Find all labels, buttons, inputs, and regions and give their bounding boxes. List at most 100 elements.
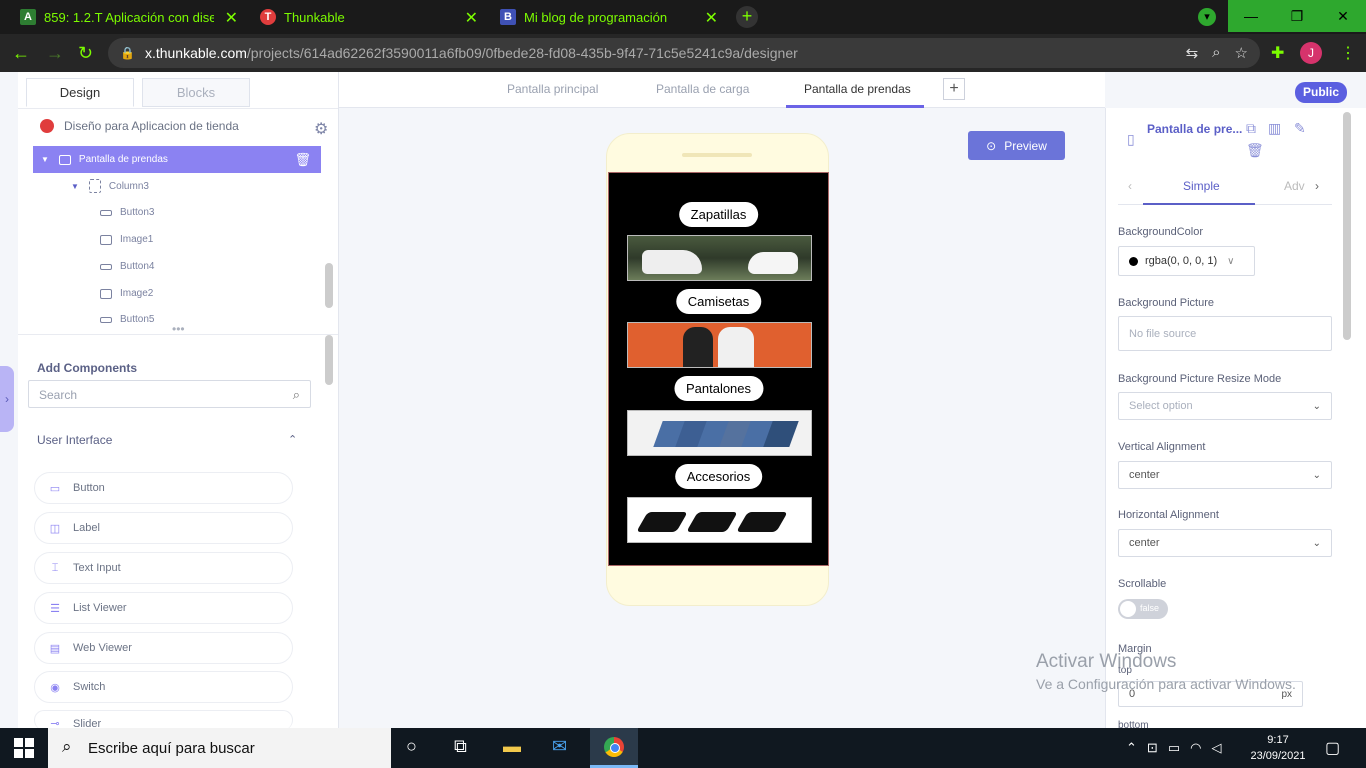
tree-item-image[interactable]: Image1 xyxy=(100,234,153,245)
reload-icon[interactable]: ↻ xyxy=(78,43,93,64)
taskbar-search-input[interactable]: ⌕ Escribe aquí para buscar xyxy=(48,728,391,768)
component-slider[interactable]: ⊸ Slider xyxy=(34,710,293,730)
task-view-icon[interactable]: ⧉ xyxy=(454,736,467,757)
expand-sidebar-button[interactable]: › xyxy=(0,366,14,432)
close-tab-icon[interactable]: ✕ xyxy=(465,8,478,28)
phone-preview: Zapatillas Camisetas Pantalones Accesori… xyxy=(606,133,829,606)
extensions-icon[interactable]: ✚ xyxy=(1271,43,1284,63)
battery-icon[interactable]: ▭ xyxy=(1168,740,1180,756)
resize-mode-select[interactable]: Select option ⌄ xyxy=(1118,392,1332,420)
trash-icon[interactable]: 🗑 xyxy=(1246,142,1264,159)
wifi-icon[interactable]: ◠ xyxy=(1190,740,1201,756)
shoes-image[interactable] xyxy=(627,235,812,281)
preview-button[interactable]: ⊙ Preview xyxy=(968,131,1065,160)
caret-down-icon[interactable]: ▼ xyxy=(41,155,49,164)
windows-start-icon[interactable] xyxy=(14,738,34,758)
translate-icon[interactable]: ⇆ xyxy=(1186,44,1199,62)
chevron-up-icon[interactable]: ⌃ xyxy=(1126,740,1137,756)
close-tab-icon[interactable]: ✕ xyxy=(705,8,718,28)
chevron-left-icon[interactable]: ‹ xyxy=(1128,179,1132,193)
background-picture-field[interactable]: No file source xyxy=(1118,316,1332,351)
accessories-image[interactable] xyxy=(627,497,812,543)
zoom-icon[interactable]: ⌕ xyxy=(1212,44,1220,62)
components-scrollbar[interactable] xyxy=(325,335,333,385)
trash-icon[interactable]: 🗑 xyxy=(294,152,311,168)
component-label: Text Input xyxy=(73,562,121,574)
resize-mode-placeholder: Select option xyxy=(1129,400,1193,412)
component-switch[interactable]: ◉ Switch xyxy=(34,671,293,703)
tree-item-image[interactable]: Image2 xyxy=(100,288,153,299)
phone-button-accesorios[interactable]: Accesorios xyxy=(674,464,763,489)
mail-icon[interactable]: ✉ xyxy=(552,736,567,757)
notification-icon[interactable]: ▢ xyxy=(1325,738,1340,758)
tab-pantalla-de-prendas[interactable]: Pantalla de prendas xyxy=(804,82,911,96)
properties-scrollbar[interactable] xyxy=(1343,112,1351,340)
phone-button-camisetas[interactable]: Camisetas xyxy=(675,289,762,314)
component-button[interactable]: ▭ Button xyxy=(34,472,293,504)
browser-tab-blog[interactable]: B Mi blog de programación ✕ xyxy=(490,0,726,34)
phone-screen[interactable]: Zapatillas Camisetas Pantalones Accesori… xyxy=(608,172,829,566)
taskbar-clock[interactable]: 9:17 23/09/2021 xyxy=(1248,732,1308,764)
component-web-viewer[interactable]: ▤ Web Viewer xyxy=(34,632,293,664)
new-tab-button[interactable]: + xyxy=(736,6,758,28)
chevron-up-icon[interactable]: ⌃ xyxy=(288,433,297,446)
add-screen-button[interactable]: + xyxy=(943,78,965,100)
horizontal-alignment-select[interactable]: center ⌄ xyxy=(1118,529,1332,557)
tree-scrollbar[interactable] xyxy=(325,263,333,308)
tree-item-label: Image2 xyxy=(120,288,154,299)
tab-blocks[interactable]: Blocks xyxy=(142,78,250,107)
minimize-button[interactable]: — xyxy=(1228,0,1274,32)
scrollable-toggle[interactable]: false xyxy=(1118,599,1168,619)
profile-avatar[interactable]: J xyxy=(1300,42,1322,64)
tree-item-button[interactable]: Button3 xyxy=(100,207,154,218)
chevron-down-icon: ∨ xyxy=(1227,255,1235,267)
play-icon: ⊙ xyxy=(986,138,997,153)
url-field[interactable]: 🔒 x.thunkable.com /projects/614ad62262f3… xyxy=(108,38,1260,68)
browser-tab-thunkable[interactable]: T Thunkable ✕ xyxy=(250,0,486,34)
component-text-input[interactable]: ⌶ Text Input xyxy=(34,552,293,584)
vertical-alignment-select[interactable]: center ⌄ xyxy=(1118,461,1332,489)
phone-button-zapatillas[interactable]: Zapatillas xyxy=(678,202,759,227)
menu-icon[interactable]: ⋮ xyxy=(1340,43,1356,63)
volume-icon[interactable]: ◁ xyxy=(1211,740,1221,756)
public-button[interactable]: Public xyxy=(1295,82,1347,103)
chrome-taskbar-icon[interactable] xyxy=(590,728,638,768)
close-window-button[interactable]: ✕ xyxy=(1320,0,1366,32)
forward-icon[interactable]: → xyxy=(46,43,64,64)
browser-tab-bar: A 859: 1.2.T Aplicación con diseño ✕ T T… xyxy=(0,0,1366,34)
caret-down-icon[interactable]: ▼ xyxy=(71,182,79,191)
bookmark-star-icon[interactable]: ☆ xyxy=(1235,44,1248,62)
edit-icon[interactable]: ✎ xyxy=(1294,120,1306,137)
section-user-interface[interactable]: User Interface xyxy=(37,433,112,447)
tab-pantalla-de-carga[interactable]: Pantalla de carga xyxy=(656,82,749,96)
tree-item-button[interactable]: Button5 xyxy=(100,314,154,325)
tree-item-column[interactable]: ▼ Column3 xyxy=(71,179,149,193)
copy-screen-icon[interactable]: ⧉ xyxy=(1246,120,1256,137)
restore-button[interactable]: ❐ xyxy=(1274,0,1320,32)
add-components-title: Add Components xyxy=(37,361,137,375)
pants-image[interactable] xyxy=(627,410,812,456)
back-icon[interactable]: ← xyxy=(12,43,30,64)
chevron-right-icon[interactable]: › xyxy=(1315,179,1319,193)
component-label[interactable]: ◫ Label xyxy=(34,512,293,544)
tab-advanced[interactable]: Adv xyxy=(1284,179,1305,193)
camera-icon[interactable]: ⊡ xyxy=(1147,740,1158,756)
file-explorer-icon[interactable]: ▬ xyxy=(503,736,521,757)
download-icon[interactable]: ▾ xyxy=(1198,8,1216,26)
tab-design[interactable]: Design xyxy=(26,78,134,107)
phone-button-pantalones[interactable]: Pantalones xyxy=(673,376,764,401)
background-color-picker[interactable]: rgba(0, 0, 0, 1) ∨ xyxy=(1118,246,1255,276)
layout-icon[interactable]: ▥ xyxy=(1268,120,1281,137)
tab-simple[interactable]: Simple xyxy=(1183,179,1220,193)
close-tab-icon[interactable]: ✕ xyxy=(225,8,238,28)
tree-item-screen[interactable]: ▼ Pantalla de prendas 🗑 xyxy=(33,146,321,173)
cortana-icon[interactable]: ○ xyxy=(406,736,417,757)
gear-icon[interactable]: ⚙ xyxy=(314,119,328,139)
project-row[interactable]: Diseño para Aplicacion de tienda xyxy=(40,119,239,133)
tree-item-button[interactable]: Button4 xyxy=(100,261,154,272)
browser-tab-course[interactable]: A 859: 1.2.T Aplicación con diseño ✕ xyxy=(10,0,246,34)
search-input[interactable]: Search ⌕ xyxy=(28,380,311,408)
shirts-image[interactable] xyxy=(627,322,812,368)
component-list-viewer[interactable]: ☰ List Viewer xyxy=(34,592,293,624)
tab-pantalla-principal[interactable]: Pantalla principal xyxy=(507,82,598,96)
